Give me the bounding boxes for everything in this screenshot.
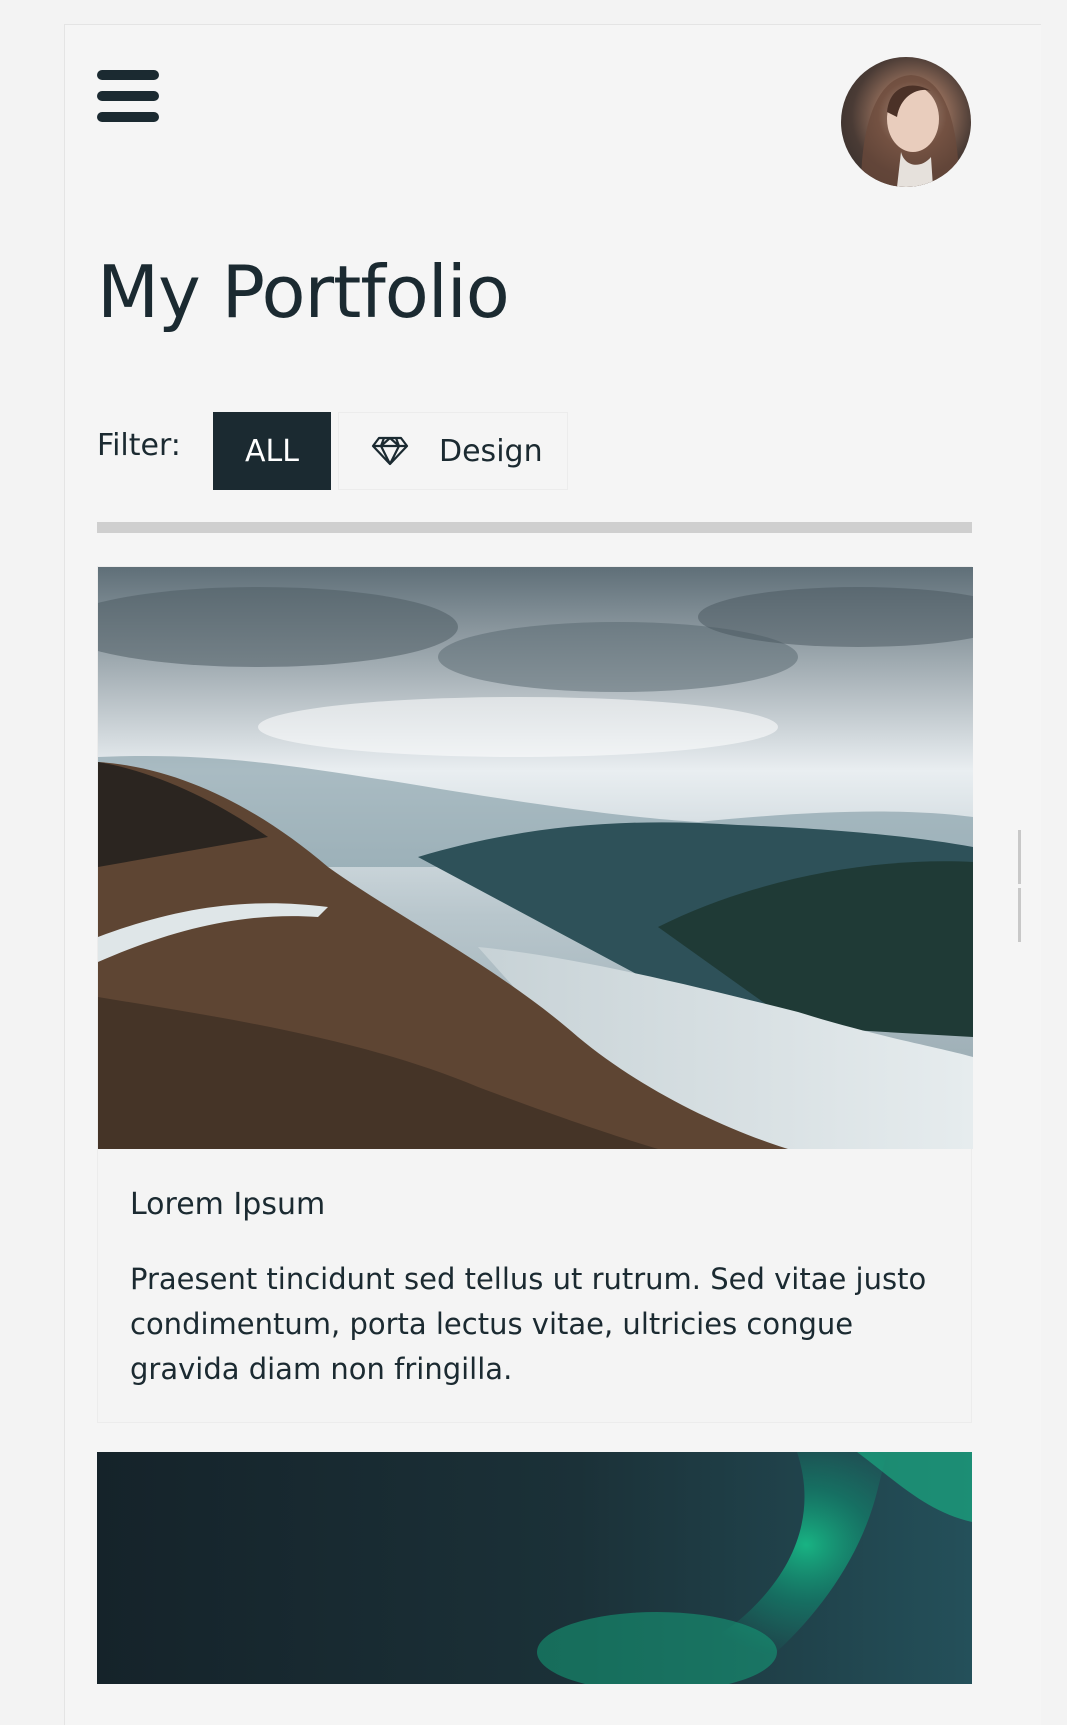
filter-design-button[interactable]: Design: [338, 412, 568, 490]
filter-design-label: Design: [439, 433, 543, 469]
mountain-landscape-image: [98, 567, 973, 1149]
hamburger-menu-icon[interactable]: [97, 70, 159, 124]
scroll-handle[interactable]: [1018, 830, 1030, 942]
user-avatar-icon: [861, 75, 959, 187]
aurora-night-sky-image: [97, 1452, 972, 1684]
card-description: Praesent tincidunt sed tellus ut rutrum.…: [130, 1262, 927, 1386]
filter-all-button[interactable]: ALL: [213, 412, 331, 490]
filter-label: Filter:: [97, 428, 181, 463]
avatar[interactable]: [841, 57, 971, 187]
card-title: Lorem Ipsum: [130, 1187, 326, 1222]
diamond-icon: [371, 436, 409, 466]
divider: [97, 522, 972, 533]
filter-all-label: ALL: [245, 433, 299, 469]
page-title: My Portfolio: [97, 250, 510, 334]
portfolio-card[interactable]: [97, 1452, 972, 1684]
portfolio-card[interactable]: Lorem Ipsum Praesent tincidunt sed tellu…: [97, 566, 973, 1423]
